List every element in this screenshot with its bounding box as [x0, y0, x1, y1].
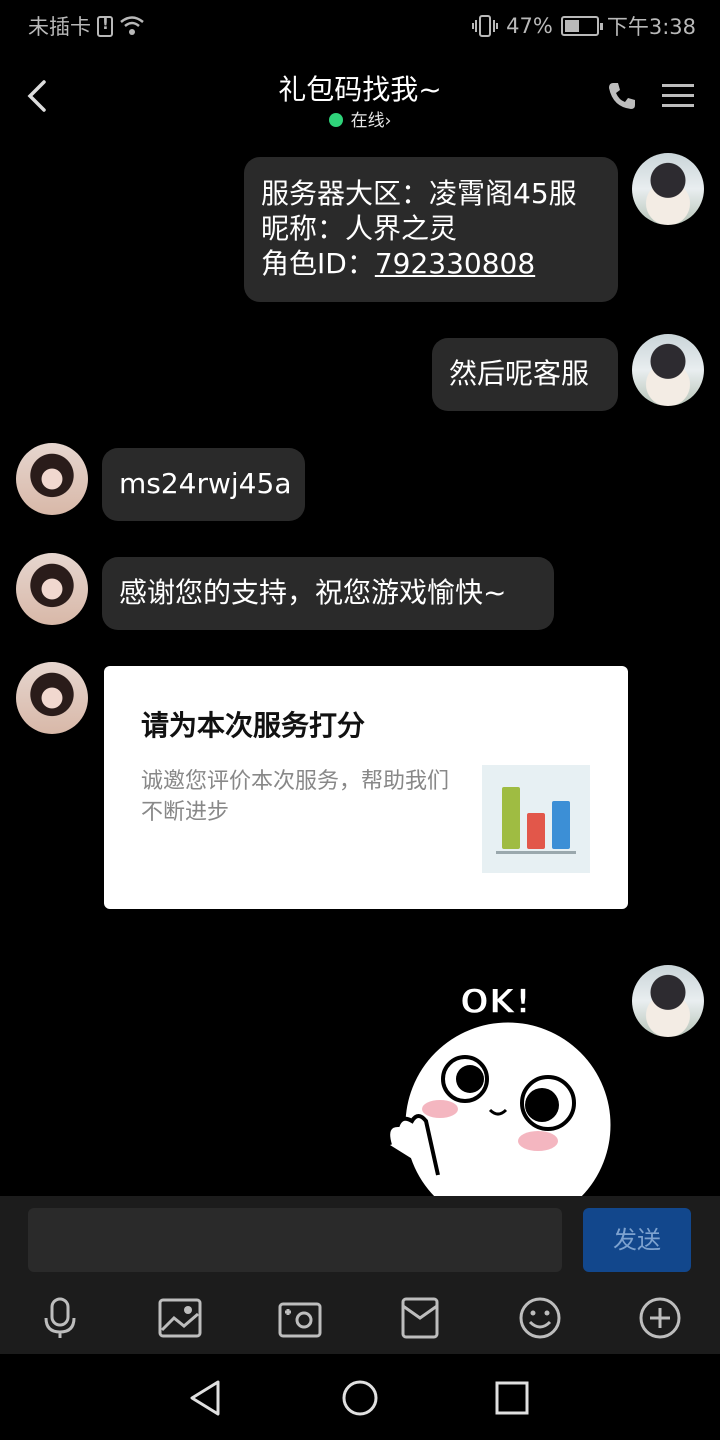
- system-nav-bar: [0, 1354, 720, 1440]
- online-dot-icon: [328, 113, 343, 127]
- phone-icon[interactable]: [606, 80, 638, 112]
- send-button[interactable]: 发送: [583, 1208, 691, 1272]
- rating-card-title: 请为本次服务打分: [141, 709, 366, 742]
- battery-level: [564, 20, 579, 32]
- bar-chart-icon: [482, 765, 590, 873]
- microphone-icon[interactable]: [38, 1296, 82, 1340]
- plus-icon[interactable]: [638, 1296, 682, 1340]
- role-id-label: 角色ID：: [261, 247, 375, 280]
- message-bubble[interactable]: ms24rwj45a: [102, 448, 305, 521]
- service-avatar[interactable]: [16, 443, 88, 515]
- wifi-icon: [120, 16, 144, 35]
- composer-toolbar: [0, 1286, 720, 1354]
- nav-home-icon[interactable]: [340, 1378, 380, 1418]
- camera-icon[interactable]: [278, 1296, 322, 1340]
- message-bubble[interactable]: 服务器大区：凌霄阁45服 昵称：人界之灵 角色ID：792330808: [244, 157, 618, 302]
- message-text: ms24rwj45a: [119, 467, 292, 500]
- message-bubble[interactable]: 然后呢客服: [432, 338, 618, 411]
- self-avatar[interactable]: [632, 153, 704, 225]
- service-avatar[interactable]: [16, 553, 88, 625]
- message-text: 然后呢客服: [449, 357, 590, 390]
- self-avatar[interactable]: [632, 965, 704, 1037]
- status-right: 47% 下午3:38: [472, 11, 696, 41]
- composer-bar: 发送: [0, 1196, 720, 1286]
- message-bubble[interactable]: 感谢您的支持，祝您游戏愉快~: [102, 557, 554, 630]
- red-packet-icon[interactable]: [398, 1296, 442, 1340]
- chevron-right-icon: ›: [384, 111, 392, 131]
- service-avatar[interactable]: [16, 662, 88, 734]
- sticker-drawing: OK!: [386, 981, 616, 1197]
- carrier-text: 未插卡: [28, 15, 91, 39]
- chat-header: 礼包码找我~ 在线›: [0, 50, 720, 142]
- menu-icon[interactable]: [662, 82, 694, 110]
- self-avatar[interactable]: [632, 334, 704, 406]
- image-icon[interactable]: [158, 1296, 202, 1340]
- sticker-text: OK!: [460, 982, 531, 1022]
- battery-icon: [560, 16, 603, 36]
- rating-card[interactable]: 请为本次服务打分 诚邀您评价本次服务，帮助我们不断进步: [104, 666, 628, 909]
- clock: 下午3:38: [606, 15, 696, 39]
- message-line: 角色ID：792330808: [261, 246, 601, 281]
- status-bar: 未插卡 47% 下午3:38: [0, 0, 720, 50]
- message-line: 昵称：人界之灵: [261, 212, 458, 245]
- ok-sticker[interactable]: OK!: [380, 975, 620, 1197]
- battery-percent: 47%: [506, 14, 553, 38]
- nav-back-icon[interactable]: [186, 1378, 226, 1418]
- message-input[interactable]: [28, 1208, 562, 1272]
- nav-recents-icon[interactable]: [492, 1378, 532, 1418]
- status-left: 未插卡: [28, 11, 145, 41]
- vibrate-icon: [472, 15, 499, 37]
- online-status-label: 在线: [350, 111, 385, 131]
- role-id-link[interactable]: 792330808: [375, 247, 535, 280]
- emoji-icon[interactable]: [518, 1296, 562, 1340]
- sim-alert-icon: [97, 15, 113, 37]
- message-line: 服务器大区：凌霄阁45服: [261, 177, 577, 210]
- rating-card-description: 诚邀您评价本次服务，帮助我们不断进步: [141, 769, 450, 825]
- message-text: 感谢您的支持，祝您游戏愉快~: [119, 576, 507, 609]
